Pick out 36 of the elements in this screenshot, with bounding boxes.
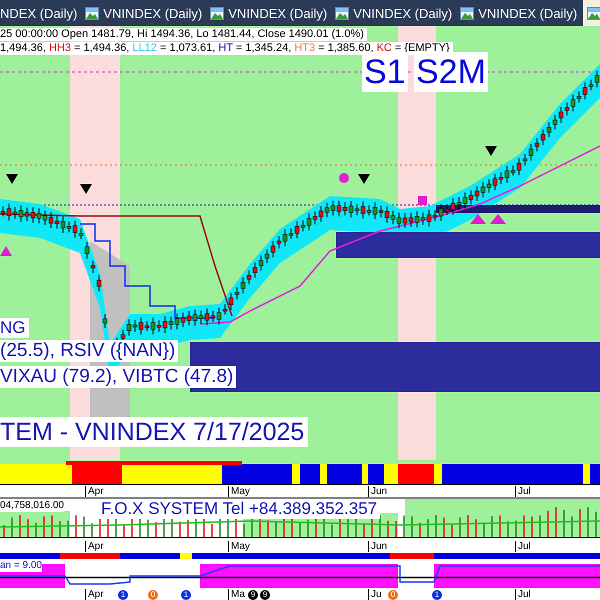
square-icon [418,196,427,205]
up-triangle-icon [490,214,506,224]
month-label: Jun [368,541,388,552]
month-label: Apr [85,541,104,552]
chart-tab[interactable]: NDEX (Daily) [0,0,80,26]
chart-tab[interactable]: VNINDEX (Daily) [458,0,580,26]
signal-label: S1 [362,52,408,92]
volume-reading: 04,758,016.00 [0,500,64,512]
down-triangle-icon [6,174,18,184]
month-label: Ma [228,589,245,600]
month-label: Jul [515,589,531,600]
month-label: Apr [85,486,104,497]
chart-tab[interactable]: VNINDEX (Daily) [83,0,204,26]
month-label: Jun [368,486,388,497]
chart-title: TEM - VNINDEX 7/17/2025 [0,417,308,447]
month-label: May [228,486,250,497]
contact-banner: F.O.X SYSTEM Tel +84.389.352.357 [98,499,380,519]
chart-tab[interactable] [583,0,600,26]
chart-tab[interactable]: VNINDEX (Daily) [208,0,330,26]
indicator-label: VIXAU (79.2), VIBTC (47.8) [0,366,236,388]
down-triangle-icon [80,184,92,194]
chart-tab[interactable]: VNINDEX (Daily) [333,0,454,26]
month-label: May [228,541,250,552]
month-label: Jul [515,541,531,552]
indicator-label: NG [0,318,28,338]
up-triangle-icon [470,214,486,224]
down-triangle-icon [485,146,497,156]
oscillator-reading: an = 9.00 [0,560,42,572]
dot-icon [339,173,349,183]
signal-label: S2M [414,52,488,92]
indicator-label: (25.5), RSIV ({NAN}) [0,340,178,362]
up-triangle-icon [0,246,12,256]
month-label: Ju [368,589,382,600]
month-label: Apr [85,589,104,600]
month-label: Jul [515,486,531,497]
down-triangle-icon [358,174,370,184]
